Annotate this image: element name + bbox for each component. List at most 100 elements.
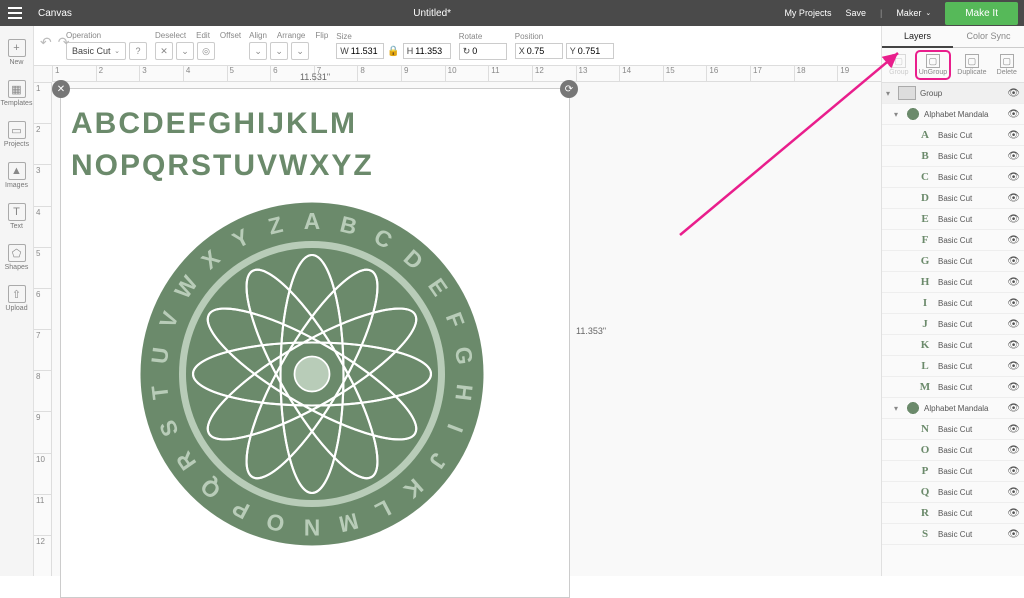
layer-row[interactable]: PBasic Cut👁	[882, 461, 1024, 482]
visibility-icon[interactable]: 👁	[1007, 235, 1020, 246]
svg-text:G: G	[450, 345, 478, 366]
upload-icon: ⇧	[8, 285, 26, 303]
offset-button[interactable]: ◎	[197, 42, 215, 60]
design-mat[interactable]: ✕ ⟳ ABCDEFGHIJKLM NOPQRSTUVWXYZ ABCDEFGH…	[60, 88, 570, 598]
alphabet-row-2[interactable]: NOPQRSTUVWXYZ	[71, 149, 374, 183]
lock-aspect-icon[interactable]: 🔒	[387, 46, 399, 57]
layer-row[interactable]: EBasic Cut👁	[882, 209, 1024, 230]
left-sidebar: +New ▦Templates ▭Projects ▲Images TText ⬠Shap…	[0, 26, 34, 576]
visibility-icon[interactable]: 👁	[1007, 277, 1020, 288]
text-icon: T	[8, 203, 26, 221]
topbar: Canvas Untitled* My Projects Save | Make…	[0, 0, 1024, 26]
layer-row[interactable]: RBasic Cut👁	[882, 503, 1024, 524]
nocut-toggle[interactable]: ?	[129, 42, 147, 60]
deselect-button[interactable]: ✕	[155, 42, 173, 60]
sidebar-images[interactable]: ▲Images	[0, 159, 33, 192]
rotate-handle[interactable]: ⟳	[560, 80, 578, 98]
visibility-icon[interactable]: 👁	[1007, 172, 1020, 183]
visibility-icon[interactable]: 👁	[1007, 487, 1020, 498]
tab-color-sync[interactable]: Color Sync	[953, 26, 1024, 48]
sidebar-text[interactable]: TText	[0, 200, 33, 233]
title-left: Canvas	[30, 8, 80, 19]
pos-y-input[interactable]: Y	[566, 43, 614, 59]
layer-row[interactable]: IBasic Cut👁	[882, 293, 1024, 314]
visibility-icon[interactable]: 👁	[1007, 340, 1020, 351]
layer-row[interactable]: LBasic Cut👁	[882, 356, 1024, 377]
width-input[interactable]: W	[336, 43, 384, 59]
layer-row[interactable]: JBasic Cut👁	[882, 314, 1024, 335]
visibility-icon[interactable]: 👁	[1007, 151, 1020, 162]
visibility-icon[interactable]: 👁	[1007, 403, 1020, 414]
delete-button[interactable]: ▢Delete	[995, 52, 1019, 78]
layer-row[interactable]: OBasic Cut👁	[882, 440, 1024, 461]
ungroup-button[interactable]: ▢UnGroup	[917, 52, 949, 78]
menu-button[interactable]	[0, 0, 30, 26]
svg-text:H: H	[450, 383, 478, 402]
shapes-icon: ⬠	[8, 244, 26, 262]
layer-row[interactable]: CBasic Cut👁	[882, 167, 1024, 188]
make-it-button[interactable]: Make It	[945, 2, 1018, 25]
visibility-icon[interactable]: 👁	[1007, 88, 1020, 99]
templates-icon: ▦	[8, 80, 26, 98]
undo-redo: ↶ ↷	[40, 34, 69, 51]
visibility-icon[interactable]: 👁	[1007, 445, 1020, 456]
rotate-input[interactable]: ↻	[459, 43, 507, 60]
visibility-icon[interactable]: 👁	[1007, 508, 1020, 519]
duplicate-button[interactable]: ▢Duplicate	[955, 52, 988, 78]
visibility-icon[interactable]: 👁	[1007, 109, 1020, 120]
layer-row[interactable]: DBasic Cut👁	[882, 188, 1024, 209]
layer-row[interactable]: NBasic Cut👁	[882, 419, 1024, 440]
visibility-icon[interactable]: 👁	[1007, 424, 1020, 435]
tab-layers[interactable]: Layers	[882, 26, 953, 48]
visibility-icon[interactable]: 👁	[1007, 319, 1020, 330]
layer-row[interactable]: ▾Alphabet Mandala👁	[882, 104, 1024, 125]
flip-button[interactable]: ⌄	[291, 42, 309, 60]
height-input[interactable]: H	[403, 43, 451, 59]
my-projects-link[interactable]: My Projects	[784, 8, 831, 18]
visibility-icon[interactable]: 👁	[1007, 298, 1020, 309]
mandala-graphic[interactable]: ABCDEFGHIJKLMNOPQRSTUVWXYZ	[137, 199, 487, 549]
layer-row[interactable]: HBasic Cut👁	[882, 272, 1024, 293]
options-bar: ↶ ↷ Operation Basic Cut⌄ ? Deselect Edit…	[0, 26, 1024, 66]
visibility-icon[interactable]: 👁	[1007, 529, 1020, 540]
layer-row[interactable]: ▾Group👁	[882, 83, 1024, 104]
save-button[interactable]: Save	[845, 8, 866, 18]
layer-row[interactable]: ABasic Cut👁	[882, 125, 1024, 146]
sidebar-new[interactable]: +New	[0, 36, 33, 69]
arrange-button[interactable]: ⌄	[270, 42, 288, 60]
undo-button[interactable]: ↶	[40, 34, 52, 51]
redo-button[interactable]: ↷	[58, 34, 70, 51]
projects-icon: ▭	[8, 121, 26, 139]
operation-select[interactable]: Basic Cut⌄	[66, 42, 126, 60]
visibility-icon[interactable]: 👁	[1007, 214, 1020, 225]
canvas-area[interactable]: 12345678910111213141516171819 1234567891…	[34, 66, 881, 576]
visibility-icon[interactable]: 👁	[1007, 382, 1020, 393]
delete-handle[interactable]: ✕	[52, 80, 70, 98]
visibility-icon[interactable]: 👁	[1007, 130, 1020, 141]
dim-height: 11.353"	[576, 326, 606, 336]
machine-selector[interactable]: Maker⌄	[896, 8, 931, 18]
layer-row[interactable]: GBasic Cut👁	[882, 251, 1024, 272]
visibility-icon[interactable]: 👁	[1007, 193, 1020, 204]
align-button[interactable]: ⌄	[249, 42, 267, 60]
sidebar-projects[interactable]: ▭Projects	[0, 118, 33, 151]
sidebar-shapes[interactable]: ⬠Shapes	[0, 241, 33, 274]
edit-button[interactable]: ⌄	[176, 42, 194, 60]
visibility-icon[interactable]: 👁	[1007, 466, 1020, 477]
sidebar-templates[interactable]: ▦Templates	[0, 77, 33, 110]
sidebar-upload[interactable]: ⇧Upload	[0, 282, 33, 315]
layer-row[interactable]: BBasic Cut👁	[882, 146, 1024, 167]
pos-x-input[interactable]: X	[515, 43, 563, 59]
svg-text:N: N	[304, 514, 320, 540]
layer-row[interactable]: ▾Alphabet Mandala👁	[882, 398, 1024, 419]
group-button: ▢Group	[887, 52, 910, 78]
dim-width: 11.531"	[60, 72, 570, 82]
layer-row[interactable]: KBasic Cut👁	[882, 335, 1024, 356]
layer-row[interactable]: SBasic Cut👁	[882, 524, 1024, 545]
visibility-icon[interactable]: 👁	[1007, 256, 1020, 267]
visibility-icon[interactable]: 👁	[1007, 361, 1020, 372]
layer-row[interactable]: QBasic Cut👁	[882, 482, 1024, 503]
layer-row[interactable]: MBasic Cut👁	[882, 377, 1024, 398]
layer-row[interactable]: FBasic Cut👁	[882, 230, 1024, 251]
alphabet-row-1[interactable]: ABCDEFGHIJKLM	[71, 107, 357, 141]
